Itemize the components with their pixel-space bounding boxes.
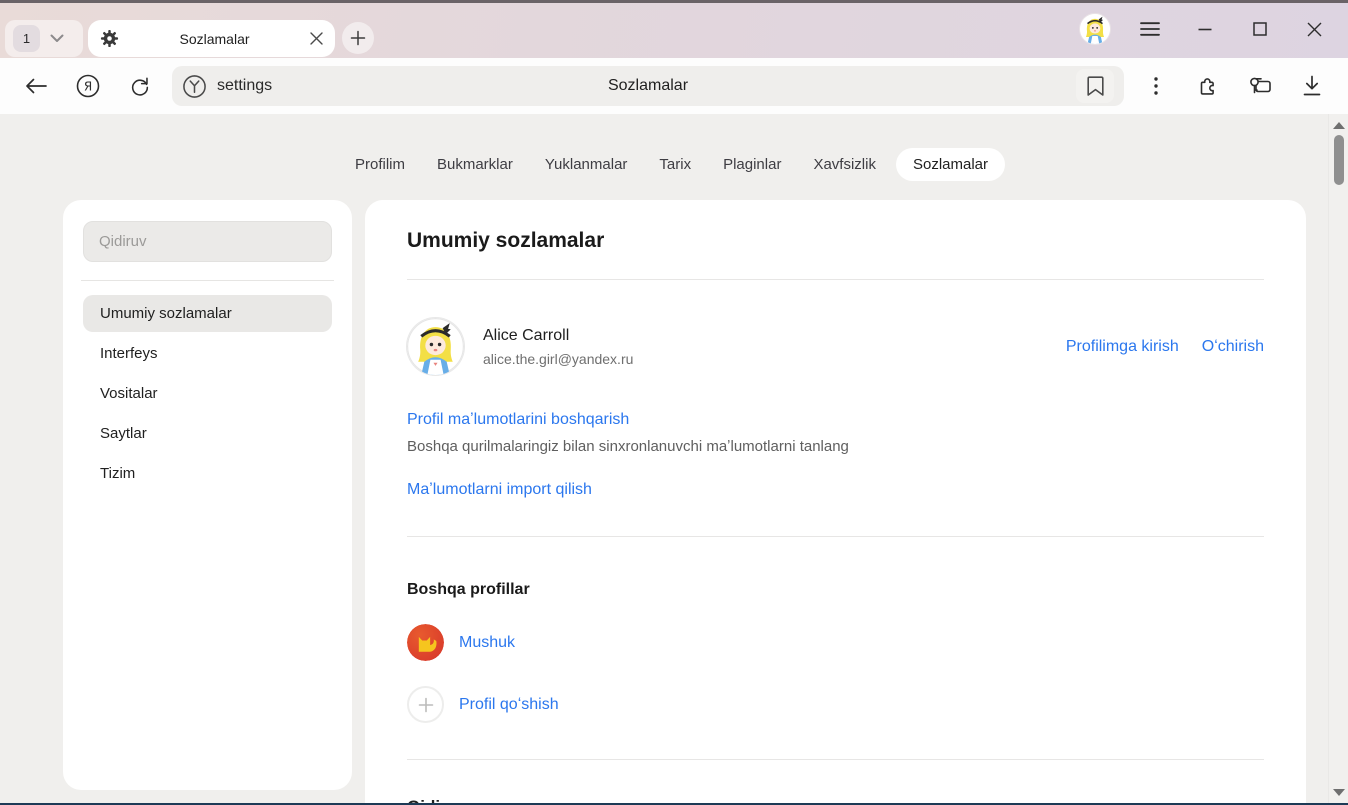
- passwords-key-icon: [1247, 74, 1273, 98]
- settings-sidebar: Umumiy sozlamalar Interfeys Vositalar Sa…: [63, 200, 352, 790]
- plus-icon: [350, 30, 366, 46]
- title-bar: 1 Sozlamalar: [0, 0, 1348, 58]
- minimize-button[interactable]: [1177, 6, 1232, 52]
- settings-nav-tabs: Profilim Bukmarklar Yuklanmalar Tarix Pl…: [0, 114, 1348, 181]
- sync-description: Boshqa qurilmalaringiz bilan sinxronlanu…: [407, 438, 1264, 455]
- add-profile-link[interactable]: Profil qoʻshish: [459, 696, 559, 714]
- window-close-button[interactable]: [1287, 6, 1342, 52]
- tab-count-badge: 1: [13, 25, 40, 52]
- address-page-title: Sozlamalar: [172, 77, 1124, 95]
- download-icon: [1302, 75, 1322, 97]
- profile-name: Alice Carroll: [483, 327, 633, 345]
- browser-window: 1 Sozlamalar: [0, 0, 1348, 805]
- reload-button[interactable]: [114, 65, 166, 107]
- login-profile-link[interactable]: Profilimga kirish: [1066, 338, 1179, 356]
- plus-icon: [418, 697, 434, 713]
- current-profile-row: Alice Carroll alice.the.girl@yandex.ru P…: [407, 318, 1264, 375]
- bookmark-button[interactable]: [1076, 69, 1114, 103]
- import-data-link[interactable]: Maʼlumotlarni import qilish: [407, 481, 1264, 499]
- other-profile-row[interactable]: Mushuk: [407, 624, 1264, 661]
- kebab-menu-icon: [1154, 77, 1158, 95]
- active-browser-tab[interactable]: Sozlamalar: [88, 20, 335, 57]
- browser-profile-avatar[interactable]: [1067, 6, 1122, 52]
- address-bar[interactable]: settings Sozlamalar: [172, 66, 1124, 106]
- add-profile-circle: [407, 686, 444, 723]
- profile-email: alice.the.girl@yandex.ru: [483, 351, 633, 367]
- window-controls: [1067, 3, 1348, 55]
- tab-profilim[interactable]: Profilim: [343, 148, 417, 181]
- browser-menu-button[interactable]: [1122, 6, 1177, 52]
- tab-counter-button[interactable]: 1: [5, 20, 83, 57]
- more-options-button[interactable]: [1130, 65, 1182, 107]
- browser-toolbar: Я settings Sozl: [0, 58, 1348, 114]
- scrollbar-arrow-up-icon[interactable]: [1329, 117, 1348, 133]
- passwords-button[interactable]: [1234, 65, 1286, 107]
- sidebar-item-interfeys[interactable]: Interfeys: [83, 335, 332, 372]
- tab-sozlamalar[interactable]: Sozlamalar: [896, 148, 1005, 181]
- gear-icon: [100, 29, 119, 48]
- address-value[interactable]: settings: [217, 77, 272, 95]
- tab-plaginlar[interactable]: Plaginlar: [711, 148, 793, 181]
- back-arrow-icon: [25, 78, 47, 94]
- profile-avatar: [407, 318, 464, 375]
- downloads-button[interactable]: [1286, 65, 1338, 107]
- svg-text:Я: Я: [84, 80, 92, 94]
- user-avatar: [1079, 13, 1111, 45]
- other-profiles-heading: Boshqa profillar: [407, 581, 1264, 599]
- protect-icon[interactable]: [182, 74, 207, 99]
- settings-main-panel: Umumiy sozlamalar: [365, 200, 1306, 803]
- bookmark-icon: [1087, 76, 1104, 97]
- scrollbar-arrow-down-icon[interactable]: [1329, 784, 1348, 800]
- chevron-down-icon: [50, 34, 64, 43]
- yandex-logo-icon: Я: [76, 74, 100, 98]
- delete-profile-link[interactable]: Oʻchirish: [1202, 338, 1264, 356]
- add-profile-row[interactable]: Profil qoʻshish: [407, 686, 1264, 723]
- tab-xavfsizlik[interactable]: Xavfsizlik: [801, 148, 888, 181]
- tab-yuklanmalar[interactable]: Yuklanmalar: [533, 148, 640, 181]
- manage-profile-data-link[interactable]: Profil maʼlumotlarini boshqarish: [407, 411, 1264, 429]
- sidebar-item-vositalar[interactable]: Vositalar: [83, 375, 332, 412]
- other-profile-link[interactable]: Mushuk: [459, 634, 515, 652]
- page-title: Umumiy sozlamalar: [407, 229, 1264, 253]
- page-scrollbar[interactable]: [1328, 114, 1348, 803]
- reload-icon: [129, 75, 151, 97]
- yandex-home-button[interactable]: Я: [62, 65, 114, 107]
- settings-search-input[interactable]: [83, 221, 332, 262]
- maximize-button[interactable]: [1232, 6, 1287, 52]
- divider: [407, 279, 1264, 280]
- extensions-puzzle-icon: [1196, 74, 1220, 98]
- new-tab-button[interactable]: [342, 22, 374, 54]
- sidebar-item-umumiy-sozlamalar[interactable]: Umumiy sozlamalar: [83, 295, 332, 332]
- sidebar-item-tizim[interactable]: Tizim: [83, 455, 332, 492]
- tab-tarix[interactable]: Tarix: [647, 148, 703, 181]
- settings-page: Profilim Bukmarklar Yuklanmalar Tarix Pl…: [0, 114, 1348, 803]
- sidebar-item-saytlar[interactable]: Saytlar: [83, 415, 332, 452]
- sidebar-divider: [81, 280, 334, 281]
- divider: [407, 536, 1264, 537]
- cat-avatar: [407, 624, 444, 661]
- menu-icon: [1140, 22, 1160, 36]
- close-icon: [1307, 22, 1322, 37]
- maximize-icon: [1253, 22, 1267, 36]
- tab-bukmarklar[interactable]: Bukmarklar: [425, 148, 525, 181]
- tab-title: Sozlamalar: [119, 31, 310, 47]
- back-button[interactable]: [10, 65, 62, 107]
- extensions-button[interactable]: [1182, 65, 1234, 107]
- scrollbar-thumb[interactable]: [1334, 135, 1344, 185]
- tab-close-icon[interactable]: [310, 32, 323, 45]
- divider: [407, 759, 1264, 760]
- search-section-heading: Qidiruv: [407, 797, 1264, 803]
- minimize-icon: [1198, 27, 1212, 31]
